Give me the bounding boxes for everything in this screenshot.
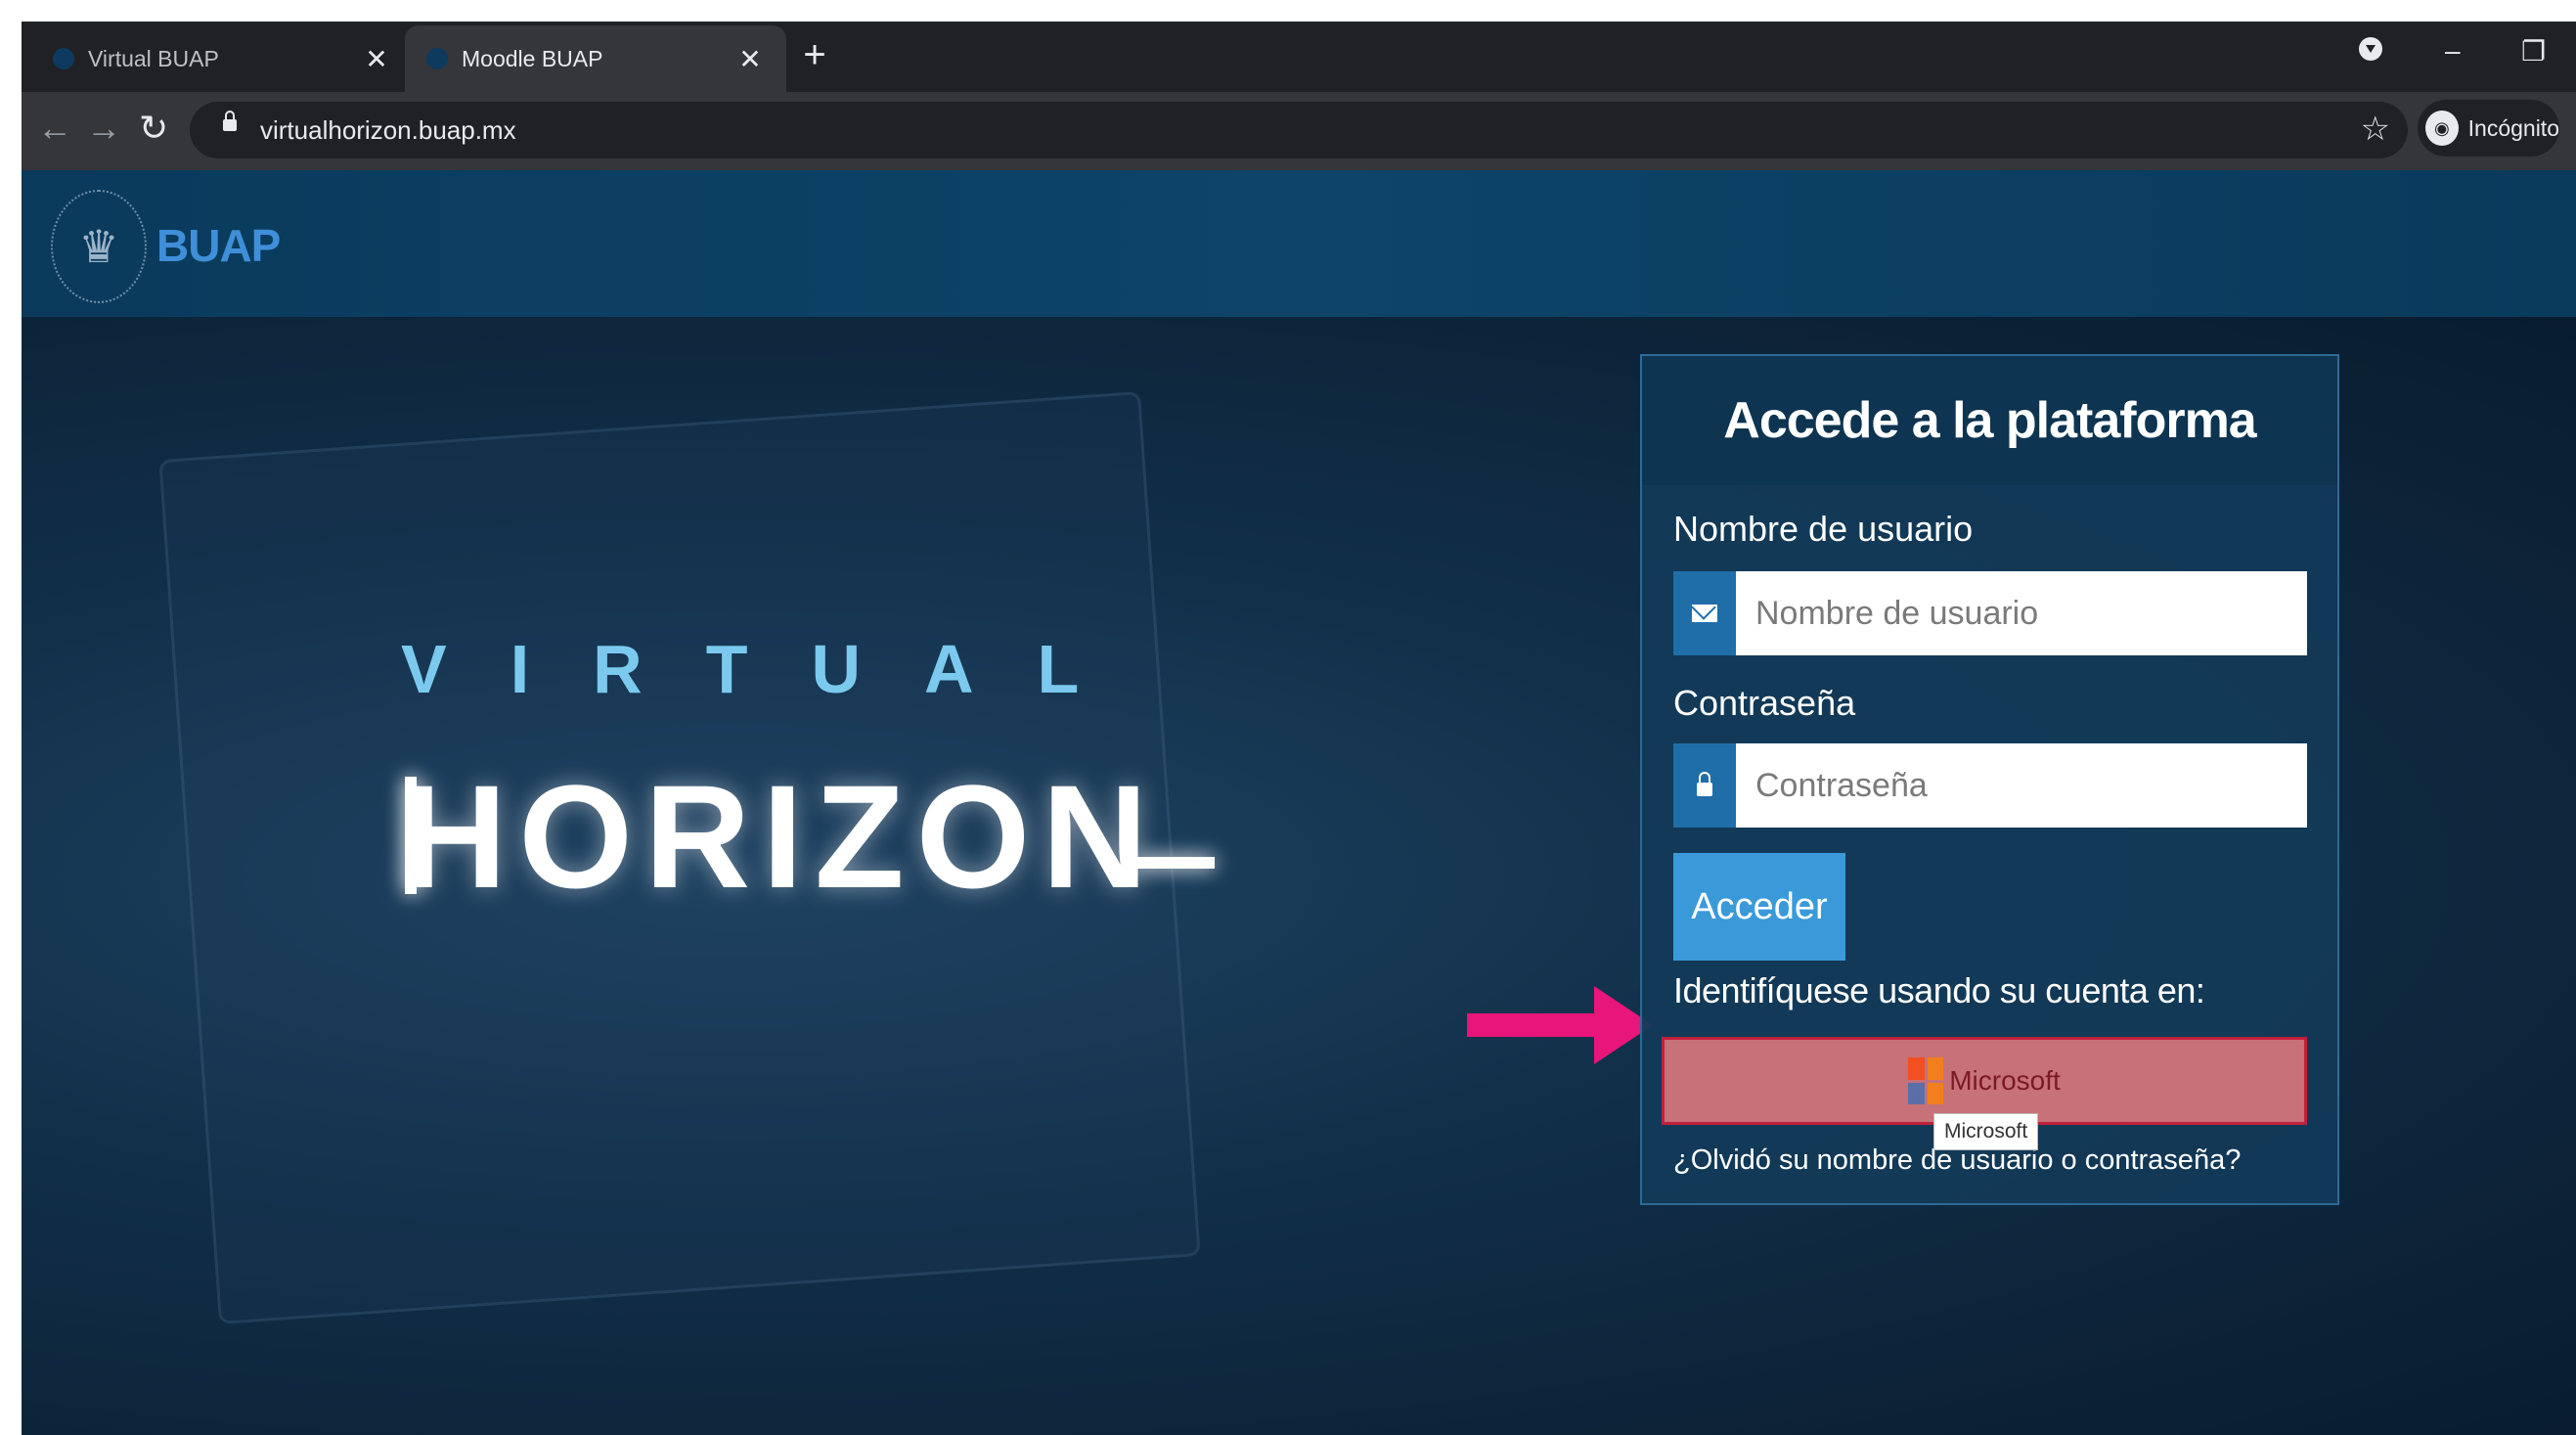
star-icon[interactable]: ☆ <box>2361 110 2390 149</box>
new-tab-button[interactable]: + <box>790 33 839 77</box>
forward-icon[interactable]: → <box>86 108 121 149</box>
tab-title: Moodle BUAP <box>462 45 603 71</box>
minimize-button[interactable]: – <box>2445 35 2461 67</box>
pointer-arrow-icon <box>1467 986 1653 1064</box>
glow-line <box>1136 857 1215 869</box>
login-panel: Accede a la plataforma Nombre de usuario… <box>1640 354 2339 1205</box>
microsoft-tooltip: Microsoft <box>1933 1113 2039 1150</box>
hero-horizon-text: HORIZON <box>401 754 1160 919</box>
login-title: Accede a la plataforma <box>1642 356 2337 485</box>
address-bar[interactable]: virtualhorizon.buap.mx ☆ <box>190 102 2408 158</box>
username-field <box>1673 571 2307 655</box>
close-tab-icon[interactable]: ✕ <box>735 43 765 75</box>
incognito-badge[interactable]: ◉ Incógnito <box>2418 100 2559 157</box>
browser-window: Virtual BUAP ✕ Moodle BUAP ✕ + – ❐ ← → ↻… <box>22 22 2576 1435</box>
password-label: Contraseña <box>1673 683 1856 723</box>
hero-section: VIRTUAL HORIZON Accede a la plataforma N… <box>22 317 2576 1435</box>
brand-logo[interactable]: BUAP <box>156 219 281 272</box>
password-input[interactable] <box>1736 743 2307 828</box>
glow-line <box>405 777 417 894</box>
hero-virtual-text: VIRTUAL <box>401 631 1143 707</box>
tab-strip: Virtual BUAP ✕ Moodle BUAP ✕ + – ❐ <box>22 22 2576 92</box>
lock-icon <box>223 111 237 131</box>
browser-toolbar: ← → ↻ virtualhorizon.buap.mx ☆ ◉ Incógni… <box>22 92 2576 170</box>
favicon-icon <box>53 48 74 69</box>
identify-label: Identifíquese usando su cuenta en: <box>1673 970 2205 1010</box>
login-button[interactable]: Acceder <box>1673 853 1845 961</box>
reload-icon[interactable]: ↻ <box>139 108 168 149</box>
lock-icon <box>1673 743 1736 828</box>
username-label: Nombre de usuario <box>1673 509 1974 549</box>
url-text[interactable]: virtualhorizon.buap.mx <box>260 115 516 146</box>
buap-seal-icon: ♛ <box>51 190 147 303</box>
username-input[interactable] <box>1736 571 2307 655</box>
microsoft-logo-icon <box>1908 1057 1944 1104</box>
favicon-icon <box>426 48 448 69</box>
tab-moodle-buap[interactable]: Moodle BUAP ✕ <box>405 25 786 92</box>
close-tab-icon[interactable]: ✕ <box>362 43 391 75</box>
incognito-label: Incógnito <box>2467 114 2559 141</box>
incognito-icon: ◉ <box>2425 111 2459 146</box>
password-field <box>1673 743 2307 828</box>
site-header: ♛ BUAP <box>22 170 2576 317</box>
envelope-icon <box>1673 571 1736 655</box>
media-icon[interactable] <box>2357 35 2384 69</box>
microsoft-login-button[interactable]: Microsoft <box>1662 1037 2307 1125</box>
microsoft-label: Microsoft <box>1949 1065 2061 1096</box>
tab-title: Virtual BUAP <box>88 45 219 71</box>
restore-button[interactable]: ❐ <box>2521 35 2546 67</box>
back-icon[interactable]: ← <box>37 108 72 149</box>
tab-virtual-buap[interactable]: Virtual BUAP ✕ <box>31 25 413 92</box>
